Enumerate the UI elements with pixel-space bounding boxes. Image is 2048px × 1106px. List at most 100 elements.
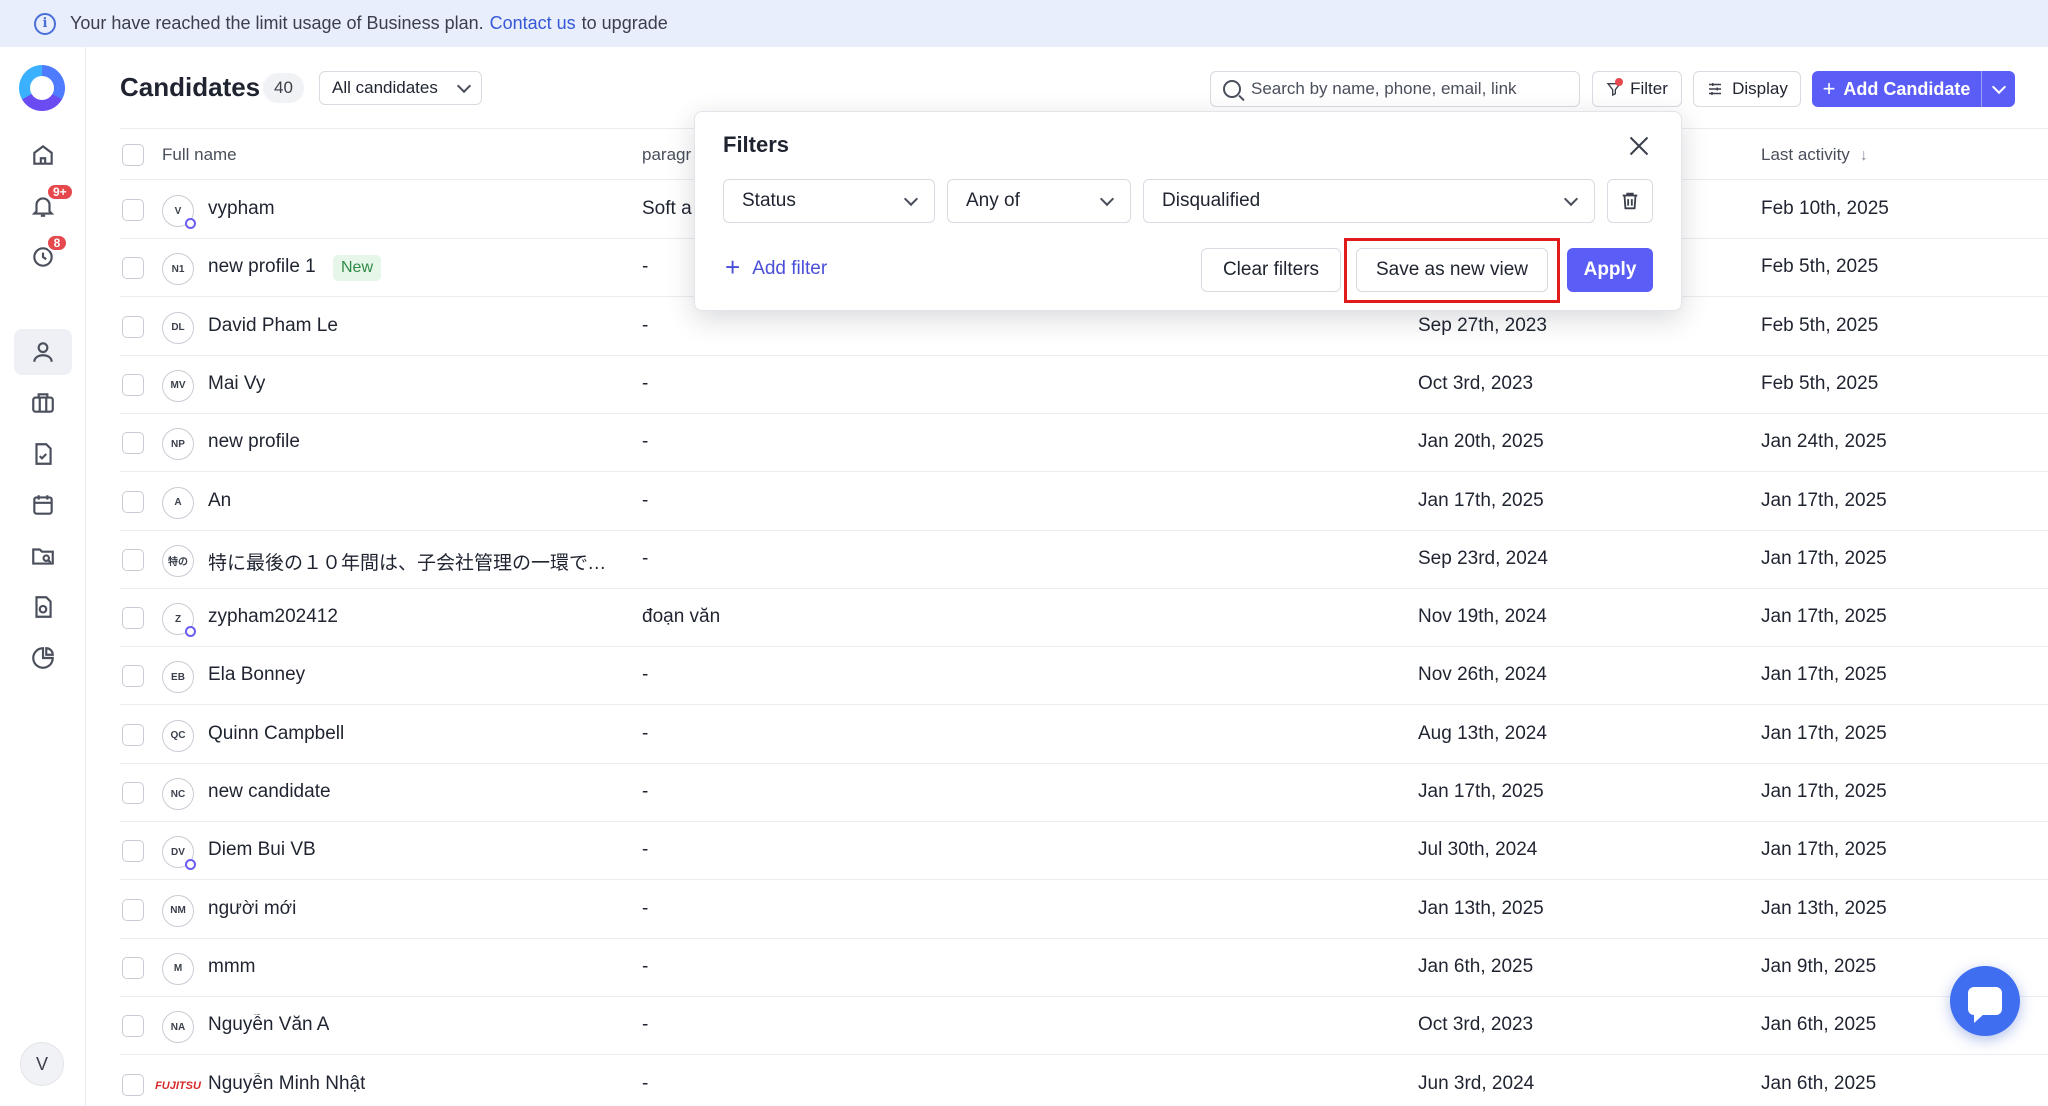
created-date-cell: Oct 3rd, 2023 bbox=[1418, 1014, 1534, 1036]
sort-desc-icon[interactable]: ↓ bbox=[1860, 147, 1868, 165]
apply-button[interactable]: Apply bbox=[1567, 248, 1653, 292]
chevron-down-icon bbox=[1563, 191, 1579, 206]
table-row[interactable]: Zzypham202412 đoạn văn Nov 19th, 2024 Jan 1… bbox=[120, 589, 2048, 648]
candidate-name[interactable]: David Pham Le bbox=[208, 315, 338, 337]
created-date-cell: Nov 19th, 2024 bbox=[1418, 606, 1547, 628]
avatar: EB bbox=[162, 661, 194, 694]
search-input[interactable] bbox=[1251, 79, 1561, 99]
column-paragraph[interactable]: paragr bbox=[642, 145, 691, 165]
row-checkbox[interactable] bbox=[122, 956, 144, 979]
candidate-name[interactable]: Diem Bui VB bbox=[208, 839, 316, 861]
filter-value-select[interactable]: Disqualified bbox=[1143, 179, 1595, 223]
candidate-name[interactable]: người mới bbox=[208, 898, 296, 920]
save-as-new-view-button[interactable]: Save as new view bbox=[1356, 248, 1548, 292]
chevron-down-icon bbox=[1099, 191, 1115, 206]
view-select[interactable]: All candidates bbox=[319, 71, 482, 105]
candidate-name[interactable]: Mai Vy bbox=[208, 373, 265, 395]
table-row[interactable]: QC Quinn Campbell - Aug 13th, 2024 Jan 17th,… bbox=[120, 706, 2048, 764]
candidate-name[interactable]: Ela Bonney bbox=[208, 664, 305, 686]
paragraph-cell: - bbox=[642, 489, 649, 511]
chat-button[interactable] bbox=[1950, 966, 2020, 1036]
table-row[interactable]: DV Diem Bui VB - Jul 30th, 2024 Jan 17th, 20… bbox=[120, 822, 2048, 881]
add-candidate-button[interactable]: + Add Candidate bbox=[1812, 71, 2015, 107]
filter-button[interactable]: Filter bbox=[1592, 71, 1682, 107]
sidebar-item-search-folder[interactable] bbox=[14, 533, 72, 579]
add-filter-button[interactable]: + Add filter bbox=[725, 254, 827, 280]
filter-value-value: Disqualified bbox=[1162, 190, 1261, 211]
row-checkbox[interactable] bbox=[122, 548, 144, 571]
column-full-name[interactable]: Full name bbox=[162, 145, 237, 165]
sidebar-item-candidates[interactable] bbox=[14, 329, 72, 375]
row-checkbox[interactable] bbox=[122, 1015, 144, 1038]
candidate-name[interactable]: new candidate bbox=[208, 781, 331, 803]
contact-us-link[interactable]: Contact us bbox=[490, 13, 576, 34]
banner-text-after: to upgrade bbox=[581, 13, 668, 33]
sidebar-item-activity[interactable]: 8 bbox=[14, 234, 72, 280]
last-activity-cell: Jan 17th, 2025 bbox=[1761, 489, 1887, 511]
row-checkbox[interactable] bbox=[122, 315, 144, 338]
table-row[interactable]: A An - Jan 17th, 2025 Jan 17th, 2025 bbox=[120, 473, 2048, 531]
table-row[interactable]: EB Ela Bonney - Nov 26th, 2024 Jan 17th, 202… bbox=[120, 647, 2048, 706]
candidate-name[interactable]: vypham bbox=[208, 198, 275, 220]
avatar: NC bbox=[162, 778, 194, 810]
sidebar-item-jobs[interactable] bbox=[14, 380, 72, 426]
row-checkbox[interactable] bbox=[122, 782, 144, 804]
table-row[interactable]: NP new profile - Jan 20th, 2025 Jan 24th, 20… bbox=[120, 414, 2048, 473]
candidate-name[interactable]: new profile bbox=[208, 431, 300, 453]
table-row[interactable]: 特の 特に最後の１０年間は、子会社管理の一環で、... - Sep 23rd, 202… bbox=[120, 531, 2048, 589]
avatar: NM bbox=[162, 894, 194, 927]
table-row[interactable]: NM người mới - Jan 13th, 2025 Jan 13th, 2025 bbox=[120, 881, 2048, 939]
app-logo[interactable] bbox=[19, 65, 65, 111]
display-button-label: Display bbox=[1732, 79, 1788, 98]
table-row[interactable]: MV Mai Vy - Oct 3rd, 2023 Feb 5th, 2025 bbox=[120, 356, 2048, 414]
last-activity-cell: Jan 9th, 2025 bbox=[1761, 955, 1877, 977]
sidebar-item-notifications[interactable]: 9+ bbox=[14, 183, 74, 229]
candidate-name[interactable]: new profile 1 bbox=[208, 256, 316, 278]
table-row[interactable]: NC new candidate - Jan 17th, 2025 Jan 17th, … bbox=[120, 764, 2048, 822]
sidebar-item-settings[interactable] bbox=[14, 584, 72, 630]
table-row[interactable]: Mmmm - Jan 6th, 2025 Jan 9th, 2025 bbox=[120, 939, 2048, 997]
search-box[interactable] bbox=[1210, 71, 1580, 107]
add-candidate-dropdown[interactable] bbox=[1981, 71, 2015, 107]
candidate-name[interactable]: 特に最後の１０年間は、子会社管理の一環で、... bbox=[208, 548, 613, 575]
row-checkbox[interactable] bbox=[122, 490, 144, 513]
row-checkbox[interactable] bbox=[122, 665, 144, 688]
delete-filter-button[interactable] bbox=[1607, 179, 1653, 223]
close-icon[interactable] bbox=[1625, 132, 1653, 160]
display-button[interactable]: Display bbox=[1693, 71, 1801, 107]
column-last-activity[interactable]: Last activity ↓ bbox=[1761, 145, 1868, 165]
select-all-checkbox[interactable] bbox=[122, 144, 144, 166]
sidebar-item-home[interactable] bbox=[14, 132, 72, 178]
table-row[interactable]: NA Nguyễn Văn A - Oct 3rd, 2023 Jan 6th, 202… bbox=[120, 997, 2048, 1056]
row-checkbox[interactable] bbox=[122, 373, 144, 396]
table-row[interactable]: FUJITSU Nguyễn Minh Nhật - Jun 3rd, 2024 Jan… bbox=[120, 1056, 2048, 1106]
row-checkbox[interactable] bbox=[122, 607, 144, 630]
row-checkbox[interactable] bbox=[122, 199, 144, 221]
sidebar-item-reports[interactable] bbox=[14, 635, 72, 681]
row-checkbox[interactable] bbox=[122, 432, 144, 455]
last-activity-cell: Feb 5th, 2025 bbox=[1761, 314, 1879, 336]
candidate-name[interactable]: An bbox=[208, 490, 231, 512]
user-avatar[interactable]: V bbox=[20, 1042, 64, 1086]
candidate-name[interactable]: Quinn Campbell bbox=[208, 723, 344, 745]
candidate-name[interactable]: Nguyễn Văn A bbox=[208, 1014, 329, 1036]
row-checkbox[interactable] bbox=[122, 723, 144, 746]
row-checkbox[interactable] bbox=[122, 1073, 144, 1096]
clear-filters-button[interactable]: Clear filters bbox=[1201, 248, 1341, 292]
notification-badge: 9+ bbox=[46, 183, 74, 201]
sidebar-item-tasks[interactable] bbox=[14, 431, 72, 477]
briefcase-icon bbox=[32, 393, 54, 413]
row-checkbox[interactable] bbox=[122, 898, 144, 921]
filter-field-select[interactable]: Status bbox=[723, 179, 935, 223]
sidebar-item-calendar[interactable] bbox=[14, 482, 72, 528]
candidate-name[interactable]: Nguyễn Minh Nhật bbox=[208, 1073, 365, 1095]
candidate-name[interactable]: zypham202412 bbox=[208, 606, 338, 628]
filter-operator-select[interactable]: Any of bbox=[947, 179, 1131, 223]
add-candidate-main[interactable]: + Add Candidate bbox=[1812, 76, 1981, 102]
sliders-icon bbox=[1709, 83, 1722, 95]
row-checkbox[interactable] bbox=[122, 840, 144, 863]
last-activity-cell: Jan 6th, 2025 bbox=[1761, 1072, 1877, 1094]
row-checkbox[interactable] bbox=[122, 257, 144, 280]
file-check-icon bbox=[35, 443, 52, 465]
candidate-name[interactable]: mmm bbox=[208, 956, 255, 978]
